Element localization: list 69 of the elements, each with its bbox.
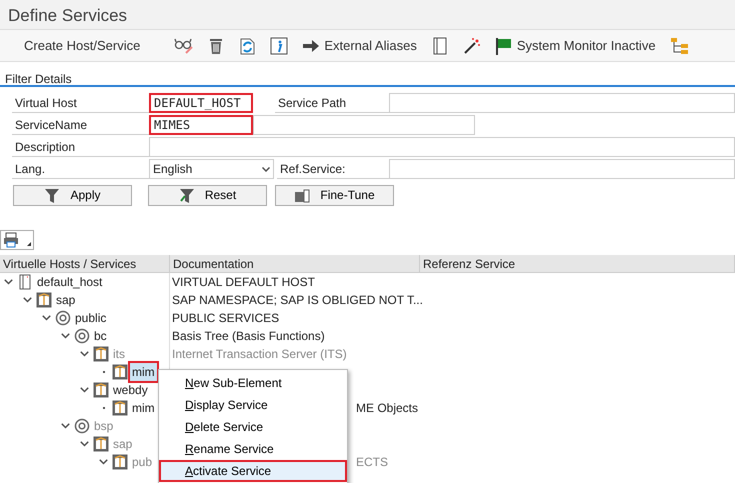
target-icon xyxy=(55,310,71,326)
column-header: Referenz Service xyxy=(420,255,735,272)
table-cell: ECTS xyxy=(356,455,388,469)
tree-node-label[interactable]: bsp xyxy=(92,417,116,435)
server-icon xyxy=(17,274,33,290)
tree-node-label[interactable]: bc xyxy=(92,327,109,345)
trash-icon[interactable] xyxy=(208,36,224,54)
tree-node-label[interactable]: default_host xyxy=(35,273,104,291)
table-cell: VIRTUAL DEFAULT HOST xyxy=(172,275,315,289)
dropdown-caret-icon xyxy=(27,242,31,246)
package-icon xyxy=(36,292,52,308)
table-cell: ME Objects xyxy=(356,401,418,415)
print-button[interactable] xyxy=(0,230,34,250)
column-header: Documentation xyxy=(170,255,420,272)
document-icon[interactable] xyxy=(430,36,449,54)
table-cell: SAP NAMESPACE; SAP IS OBLIGED NOT T... xyxy=(172,293,423,307)
external-aliases-button[interactable]: External Aliases xyxy=(302,36,417,56)
window-title: Define Services xyxy=(0,0,735,30)
tree-node-label[interactable]: webdy xyxy=(111,381,150,399)
arrow-icon xyxy=(302,38,320,52)
tree-node-label[interactable]: sap xyxy=(111,435,134,453)
field-label: Lang. xyxy=(12,159,149,179)
language-dropdown[interactable]: English xyxy=(149,159,274,179)
table-cell: Basis Tree (Basis Functions) xyxy=(172,329,325,343)
tree-node-label[interactable]: mim xyxy=(130,399,157,417)
input-field[interactable]: DEFAULT_HOST xyxy=(149,93,253,113)
input-field[interactable] xyxy=(389,159,735,179)
menu-item[interactable]: Rename Service xyxy=(159,438,347,460)
menu-item[interactable]: Activate Service xyxy=(159,460,347,482)
system-monitor-button[interactable]: System Monitor Inactive xyxy=(494,36,656,56)
package-icon xyxy=(112,454,128,470)
filter-button[interactable]: Reset xyxy=(148,184,267,206)
funnel-icon xyxy=(178,186,195,204)
package-icon xyxy=(112,364,128,380)
chevron-icon xyxy=(262,166,270,172)
tree-node-label[interactable]: pub xyxy=(130,453,154,471)
filter-button[interactable]: Apply xyxy=(13,184,132,206)
table-cell: PUBLIC SERVICES xyxy=(172,311,280,325)
target-icon xyxy=(74,328,90,344)
tree-node-label[interactable]: mim xyxy=(130,363,157,381)
input-field[interactable]: MIMES xyxy=(149,115,253,135)
funnel-icon xyxy=(44,186,60,204)
input-field[interactable] xyxy=(149,137,735,157)
printer-icon xyxy=(3,232,19,248)
dropdown-value: English xyxy=(153,161,192,178)
menu-item[interactable]: Display Service xyxy=(159,394,347,416)
package-icon xyxy=(112,400,128,416)
flag-icon xyxy=(494,36,513,54)
target-icon xyxy=(74,418,90,434)
input-field[interactable] xyxy=(389,93,735,113)
glasses-icon[interactable] xyxy=(174,36,194,54)
table-cell: Internet Transaction Server (ITS) xyxy=(172,347,347,361)
filter-button[interactable]: Fine-Tune xyxy=(275,184,394,206)
package-icon xyxy=(93,346,109,362)
package-icon xyxy=(93,382,109,398)
info-icon[interactable] xyxy=(270,36,288,54)
menu-item[interactable]: Delete Service xyxy=(159,416,347,438)
menu-item[interactable]: New Sub-Element xyxy=(159,372,347,394)
tree-node-label[interactable]: public xyxy=(73,309,108,327)
package-icon xyxy=(93,436,109,452)
refresh-icon[interactable] xyxy=(238,36,256,54)
tree-node-label[interactable]: sap xyxy=(54,291,78,309)
hierarchy-icon[interactable] xyxy=(670,36,690,54)
tree-node-label[interactable]: its xyxy=(111,345,127,363)
section-title: Filter Details xyxy=(0,70,735,87)
magic-wand-icon[interactable] xyxy=(462,36,481,54)
create-button[interactable]: Create Host/Service xyxy=(24,36,140,56)
column-header: Virtuelle Hosts / Services xyxy=(0,255,170,272)
input-field[interactable] xyxy=(253,115,475,135)
